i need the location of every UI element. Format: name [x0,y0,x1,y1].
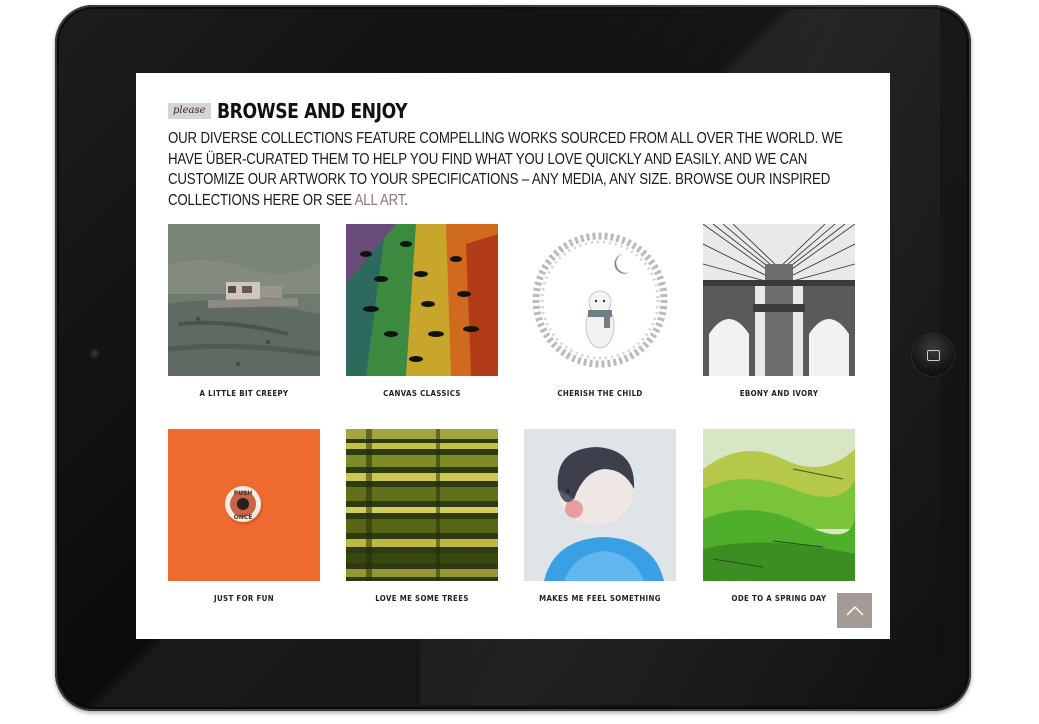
collection-tile[interactable]: ODE TO A SPRING DAY [703,429,855,603]
collection-title[interactable]: A LITTLE BIT CREEPY [160,389,329,398]
collection-title[interactable]: JUST FOR FUN [160,594,329,603]
collection-tile[interactable]: CHERISH THE CHILD [524,224,676,398]
intro-paragraph: OUR DIVERSE COLLECTIONS FEATURE COMPELLI… [168,129,856,211]
collection-tile[interactable]: A LITTLE BIT CREEPY [168,224,320,398]
page-title: BROWSE AND ENJOY [216,99,408,123]
heading-row: please BROWSE AND ENJOY [168,99,438,123]
collection-image[interactable] [346,429,498,581]
collection-image[interactable] [524,224,676,376]
collection-tile[interactable]: EBONY AND IVORY [703,224,855,398]
camera-icon [90,349,101,360]
screen: please BROWSE AND ENJOY OUR DIVERSE COLL… [136,73,890,639]
collection-image[interactable] [703,429,855,581]
please-tag: please [168,103,211,119]
chevron-up-icon [845,605,864,616]
collection-title[interactable]: CHERISH THE CHILD [516,389,685,398]
collection-tile[interactable]: MAKES ME FEEL SOMETHING [524,429,676,603]
collection-tile[interactable]: LOVE ME SOME TREES [346,429,498,603]
collection-tile[interactable]: CANVAS CLASSICS [346,224,498,398]
intro-end: . [404,191,408,209]
push-text-bottom: ONCE [234,514,253,521]
collection-image[interactable]: PUSH ONCE [168,429,320,581]
intro-text: OUR DIVERSE COLLECTIONS FEATURE COMPELLI… [168,130,843,209]
scroll-to-top-button[interactable] [837,593,872,628]
collection-title[interactable]: LOVE ME SOME TREES [338,594,507,603]
collection-title[interactable]: EBONY AND IVORY [695,389,864,398]
collection-image[interactable] [524,429,676,581]
home-square-icon [926,349,940,361]
all-art-link[interactable]: ALL ART [355,192,405,209]
collection-image[interactable] [168,224,320,376]
collection-title[interactable]: MAKES ME FEEL SOMETHING [516,594,685,603]
collection-tile[interactable]: PUSH ONCE JUST FOR FUN [168,429,320,603]
home-button[interactable] [912,334,954,376]
push-text-top: PUSH [234,490,253,497]
collection-title[interactable]: CANVAS CLASSICS [338,389,507,398]
collection-image[interactable] [703,224,855,376]
collection-image[interactable] [346,224,498,376]
